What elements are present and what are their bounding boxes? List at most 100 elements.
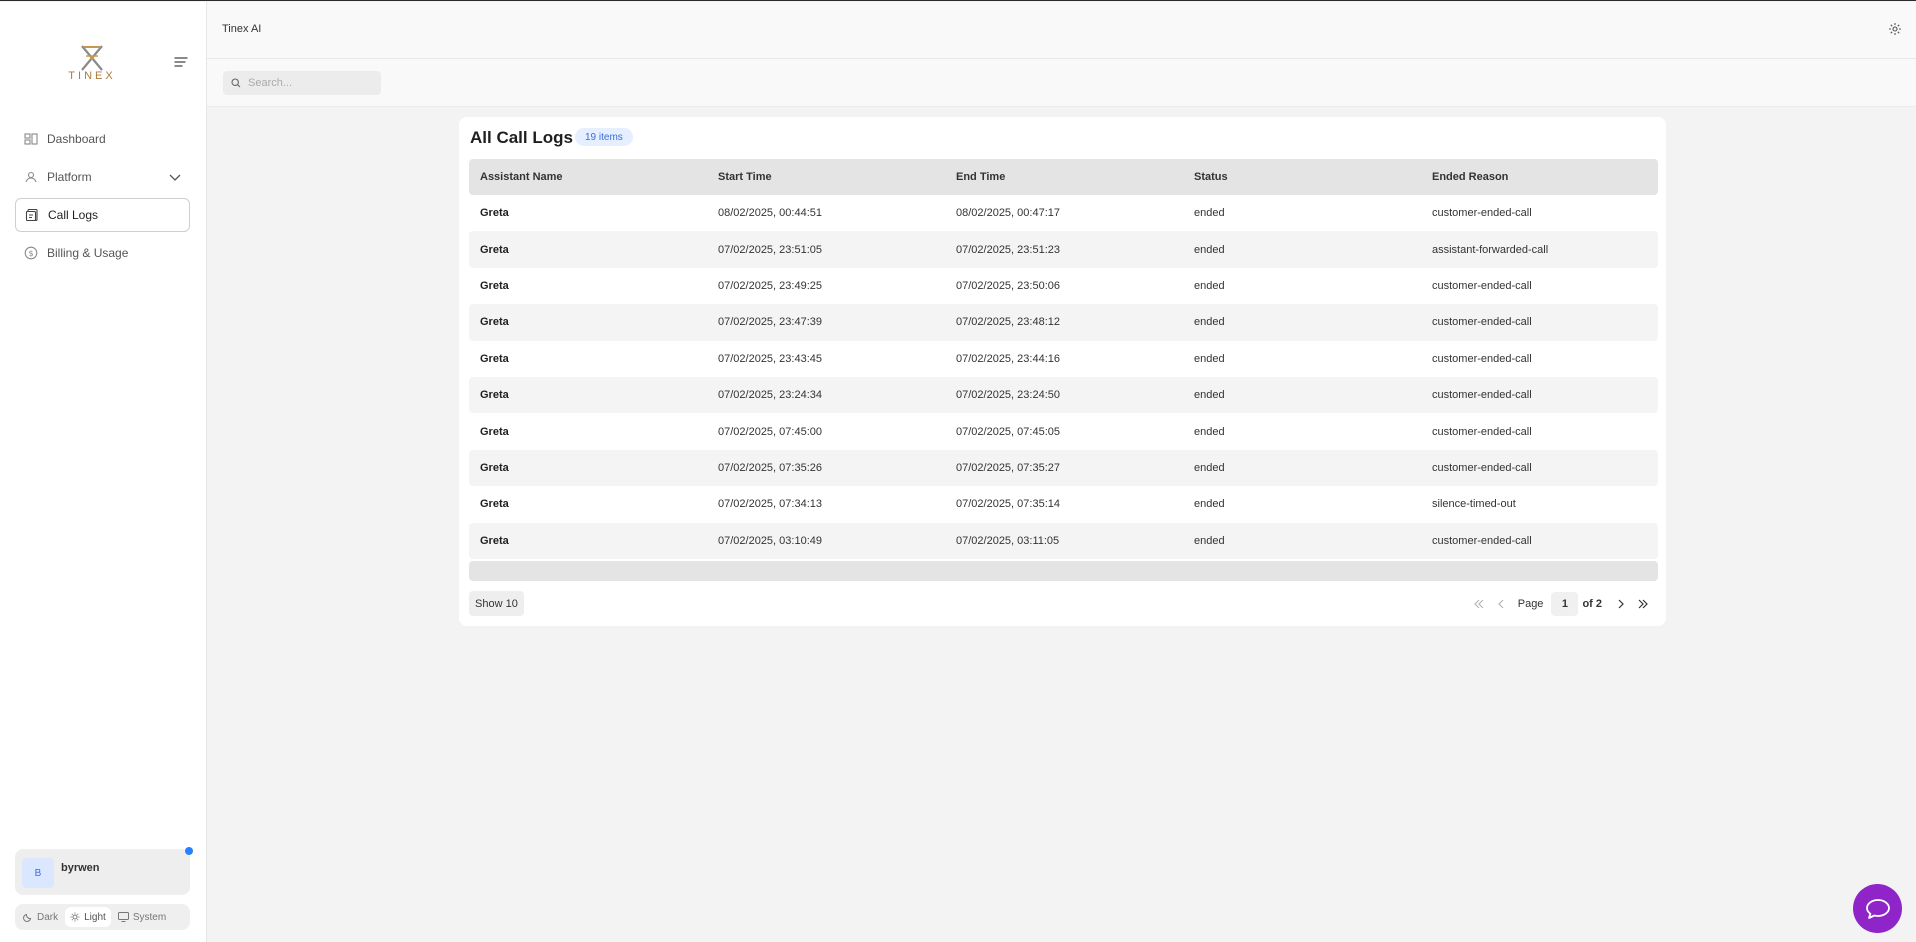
tinex-logo[interactable]: TINEX [64, 44, 120, 84]
sidebar-nav: Dashboard Platform Call Logs $ Billing &… [15, 122, 190, 274]
table-cell: 08/02/2025, 00:47:17 [956, 207, 1060, 220]
table-cell: Greta [480, 389, 509, 402]
sidebar-item-dashboard[interactable]: Dashboard [15, 122, 190, 156]
table-cell: customer-ended-call [1432, 279, 1532, 292]
menu-toggle-icon[interactable] [174, 55, 188, 67]
platform-icon [24, 170, 38, 184]
table-cell: Greta [480, 207, 509, 220]
table-cell: 07/02/2025, 07:45:00 [718, 425, 822, 438]
table-cell: 07/02/2025, 07:45:05 [956, 425, 1060, 438]
table-row[interactable]: Greta 07/02/2025, 23:51:05 07/02/2025, 23:… [469, 231, 1658, 268]
table-cell: ended [1194, 207, 1225, 220]
sidebar-item-label: Call Logs [48, 208, 99, 222]
table-row[interactable]: Greta 07/02/2025, 07:34:13 07/02/2025, 07:… [469, 486, 1658, 522]
page-title: All Call Logs [470, 128, 573, 147]
sidebar-item-billing[interactable]: $ Billing & Usage [15, 236, 190, 270]
table-row[interactable]: Greta 07/02/2025, 23:47:39 07/02/2025, 23:… [469, 304, 1658, 341]
sidebar-item-platform[interactable]: Platform [15, 160, 190, 194]
user-card[interactable]: B byrwen [15, 849, 190, 895]
table-cell: ended [1194, 461, 1225, 474]
table-cell: customer-ended-call [1432, 389, 1532, 402]
current-page-input[interactable]: 1 [1551, 591, 1579, 616]
table-cell: Greta [480, 461, 509, 474]
table-cell: 07/02/2025, 23:48:12 [956, 316, 1060, 329]
user-name: byrwen [61, 862, 100, 874]
sidebar-item-call-logs[interactable]: Call Logs [15, 198, 190, 232]
table-row[interactable]: Greta 07/02/2025, 23:43:45 07/02/2025, 23:… [469, 341, 1658, 377]
table-row[interactable]: Greta 07/02/2025, 07:45:00 07/02/2025, 07:… [469, 413, 1658, 449]
table-cell: 07/02/2025, 23:51:05 [718, 243, 822, 256]
table-row[interactable]: Greta 07/02/2025, 23:49:25 07/02/2025, 23:… [469, 268, 1658, 304]
theme-light-button[interactable]: Light [65, 907, 111, 927]
table-cell: Greta [480, 534, 509, 547]
table-cell: Greta [480, 352, 509, 365]
table-cell: 07/02/2025, 23:44:16 [956, 352, 1060, 365]
call-logs-card: All Call Logs 19 items Assistant Name St… [459, 117, 1666, 626]
table-cell: 07/02/2025, 23:50:06 [956, 279, 1060, 292]
table-cell: ended [1194, 279, 1225, 292]
table-row[interactable]: Greta 07/02/2025, 03:10:49 07/02/2025, 03:… [469, 522, 1658, 559]
table-cell: Greta [480, 498, 509, 511]
call-logs-table: Assistant Name Start Time End Time Statu… [469, 159, 1658, 581]
column-header[interactable]: Status [1183, 171, 1421, 183]
table-cell: 07/02/2025, 23:24:50 [956, 389, 1060, 402]
table-row[interactable]: Greta 07/02/2025, 23:24:34 07/02/2025, 23:… [469, 376, 1658, 414]
monitor-icon [117, 912, 129, 922]
column-header[interactable]: Assistant Name [469, 171, 707, 183]
chat-bubble-icon[interactable] [1853, 884, 1902, 933]
table-cell: ended [1194, 389, 1225, 402]
sidebar-item-label: Platform [47, 170, 92, 184]
table-cell: 07/02/2025, 07:35:26 [718, 461, 822, 474]
notification-dot [185, 847, 193, 855]
table-cell: customer-ended-call [1432, 425, 1532, 438]
sun-icon [70, 912, 80, 922]
app-title: Tinex AI [222, 23, 262, 35]
theme-light-label: Light [84, 911, 106, 923]
table-footer-bar [469, 560, 1658, 581]
theme-dark-button[interactable]: Dark [18, 907, 63, 927]
column-header[interactable]: Ended Reason [1421, 171, 1658, 183]
search-input[interactable] [248, 77, 373, 89]
first-page-icon[interactable] [1468, 591, 1490, 616]
table-cell: 07/02/2025, 23:43:45 [718, 352, 822, 365]
table-cell: 08/02/2025, 00:44:51 [718, 207, 822, 220]
search-box[interactable] [223, 71, 381, 95]
table-cell: 07/02/2025, 07:34:13 [718, 498, 822, 511]
theme-system-button[interactable]: System [113, 907, 171, 927]
table-cell: 07/02/2025, 23:47:39 [718, 316, 822, 329]
call-logs-icon [25, 208, 39, 222]
table-cell: 07/02/2025, 07:35:27 [956, 461, 1060, 474]
column-header[interactable]: Start Time [707, 171, 945, 183]
items-count-badge: 19 items [575, 128, 633, 146]
table-cell: customer-ended-call [1432, 352, 1532, 365]
table-cell: assistant-forwarded-call [1432, 243, 1549, 256]
sidebar-item-label: Billing & Usage [47, 246, 129, 260]
prev-page-icon[interactable] [1490, 591, 1512, 616]
sidebar: TINEX Dashboard Platform Call Logs $ Bil… [0, 2, 207, 942]
table-row[interactable]: Greta 07/02/2025, 07:35:26 07/02/2025, 07:… [469, 449, 1658, 487]
table-cell: ended [1194, 243, 1225, 256]
theme-switch: Dark Light System [15, 904, 190, 930]
table-cell: 07/02/2025, 07:35:14 [956, 498, 1060, 511]
table-cell: ended [1194, 498, 1225, 511]
theme-system-label: System [132, 911, 167, 923]
table-cell: customer-ended-call [1432, 461, 1532, 474]
table-body: Greta 08/02/2025, 00:44:51 08/02/2025, 00:… [469, 195, 1658, 559]
settings-gear-icon[interactable] [1888, 22, 1902, 41]
table-cell: Greta [480, 279, 509, 292]
page-size-select[interactable]: Show 10 [469, 591, 524, 616]
last-page-icon[interactable] [1632, 591, 1654, 616]
moon-icon [23, 913, 32, 922]
table-cell: 07/02/2025, 03:10:49 [718, 534, 822, 547]
table-cell: Greta [480, 243, 509, 256]
table-cell: ended [1194, 534, 1225, 547]
table-cell: silence-timed-out [1432, 498, 1516, 511]
table-cell: customer-ended-call [1432, 207, 1532, 220]
chevron-down-icon[interactable] [169, 171, 181, 185]
search-row [207, 59, 1916, 107]
sidebar-item-label: Dashboard [47, 132, 106, 146]
column-header[interactable]: End Time [945, 171, 1183, 183]
next-page-icon[interactable] [1610, 591, 1632, 616]
table-row[interactable]: Greta 08/02/2025, 00:44:51 08/02/2025, 00:… [469, 195, 1658, 231]
search-icon [231, 78, 241, 88]
